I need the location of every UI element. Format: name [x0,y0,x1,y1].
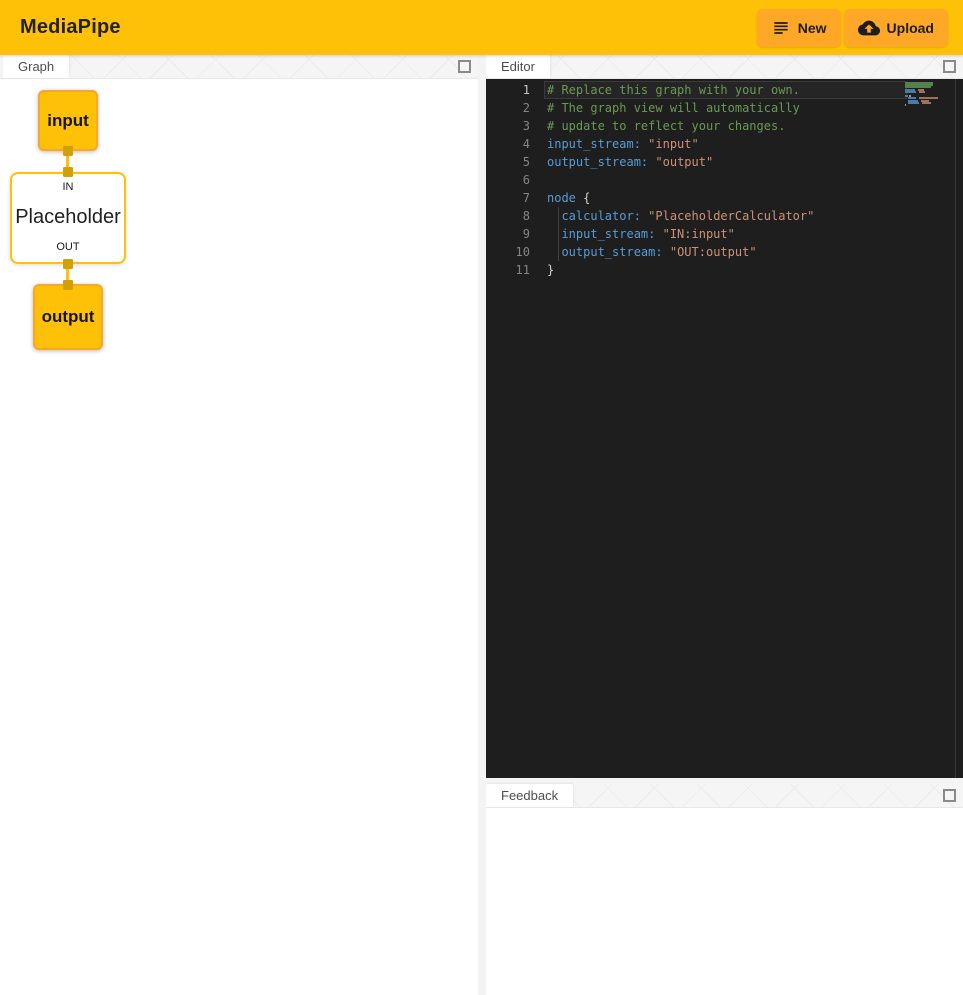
graph-panel: Graph input IN Placeholder OUT output [0,55,478,995]
graph-node-output[interactable]: output [33,284,103,350]
graph-node-output-label: output [42,307,95,327]
graph-canvas[interactable]: input IN Placeholder OUT output [0,79,478,995]
line-number: 4 [486,135,530,153]
code-line: 6 [486,171,963,189]
app-title: MediaPipe [20,16,121,39]
placeholder-node-title: Placeholder [15,206,121,229]
maximize-icon[interactable] [458,60,471,73]
feedback-tabstrip: Feedback [486,784,963,808]
code-line: 5output_stream: "output" [486,153,963,171]
placeholder-in-port-label: IN [63,181,74,193]
line-number: 2 [486,99,530,117]
notes-icon [771,18,791,38]
code-line: 1# Replace this graph with your own. [486,81,963,99]
vertical-splitter[interactable] [478,55,486,995]
tab-feedback-label: Feedback [501,788,558,803]
code-line: 4input_stream: "input" [486,135,963,153]
tab-feedback[interactable]: Feedback [486,784,573,807]
new-button[interactable]: New [757,9,841,47]
code-line: 7node { [486,189,963,207]
code-editor[interactable]: 1# Replace this graph with your own.2# T… [486,79,963,778]
line-number: 3 [486,117,530,135]
graph-node-input-label: input [47,111,89,131]
upload-button[interactable]: Upload [844,9,948,47]
line-number: 8 [486,207,530,225]
line-number: 5 [486,153,530,171]
feedback-content [486,808,963,995]
maximize-icon[interactable] [943,60,956,73]
port-placeholder-out[interactable] [63,259,73,269]
port-output-in[interactable] [63,280,73,290]
app-header: MediaPipe New Upload [0,0,963,55]
mediapipe-visualizer-app: MediaPipe New Upload Graph input IN [0,0,963,995]
tab-graph[interactable]: Graph [3,55,69,78]
minimap-border [955,79,956,778]
port-placeholder-in[interactable] [63,167,73,177]
maximize-icon[interactable] [943,789,956,802]
tab-graph-label: Graph [18,59,54,74]
graph-node-input[interactable]: input [38,90,98,151]
editor-minimap[interactable] [905,82,955,202]
graph-node-placeholder[interactable]: IN Placeholder OUT [10,172,126,264]
code-line: 11} [486,261,963,279]
indent-guide [558,207,559,261]
code-line: 3# update to reflect your changes. [486,117,963,135]
graph-tabstrip: Graph [0,55,478,79]
editor-panel: Editor 1# Replace this graph with your o… [486,55,963,778]
line-number: 9 [486,225,530,243]
line-number: 6 [486,171,530,189]
upload-button-label: Upload [887,20,934,36]
placeholder-out-port-label: OUT [56,241,79,253]
line-number: 7 [486,189,530,207]
tab-editor-label: Editor [501,59,535,74]
tab-editor[interactable]: Editor [486,55,550,78]
line-number: 10 [486,243,530,261]
editor-tabstrip: Editor [486,55,963,79]
code-line: 2# The graph view will automatically [486,99,963,117]
port-input-out[interactable] [63,146,73,156]
feedback-panel: Feedback [486,784,963,995]
new-button-label: New [798,20,827,36]
line-number: 1 [486,81,530,99]
line-number: 11 [486,261,530,279]
cloud-upload-icon [858,17,880,39]
